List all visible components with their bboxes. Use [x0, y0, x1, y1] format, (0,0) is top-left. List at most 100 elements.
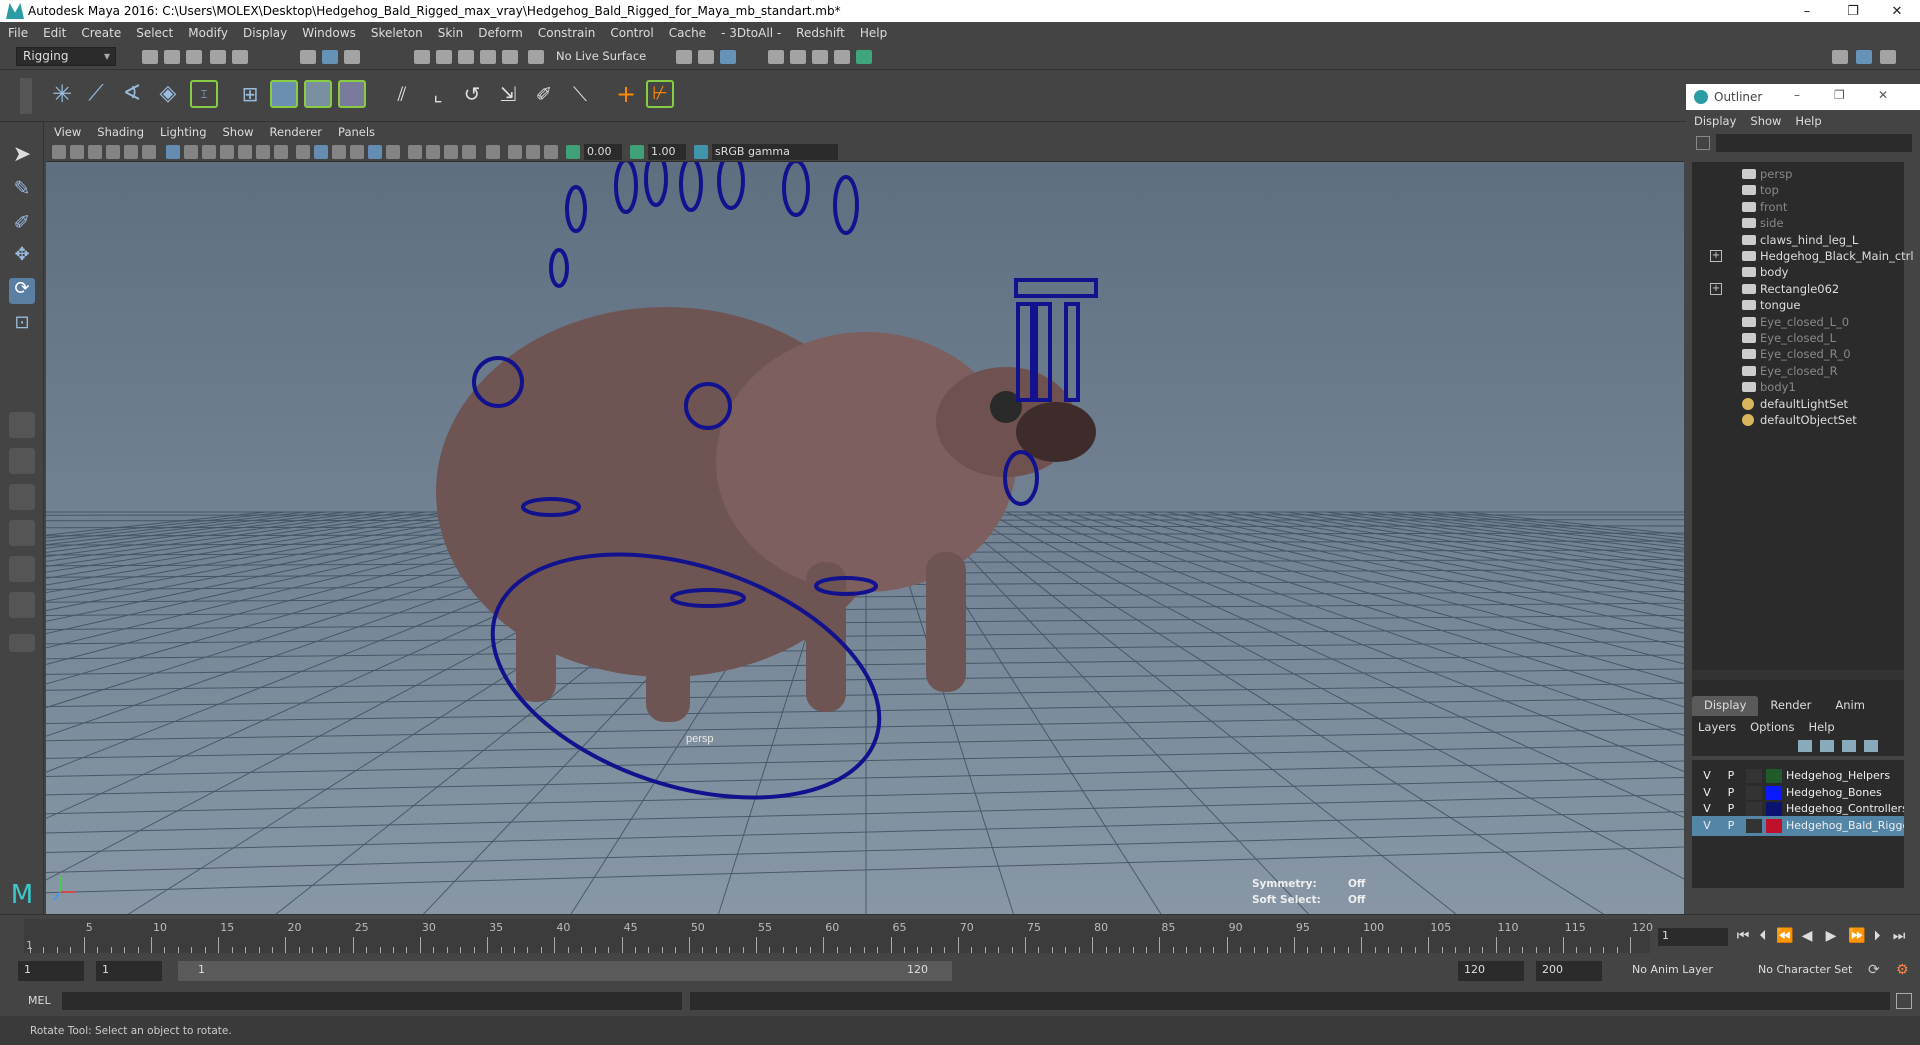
motion-blur-icon[interactable] — [444, 145, 458, 159]
smooth-bind-icon[interactable] — [304, 80, 332, 108]
layer-visibility-toggle[interactable]: V — [1698, 786, 1716, 800]
safe-title-icon[interactable] — [274, 145, 288, 159]
command-language-label[interactable]: MEL — [28, 994, 51, 1007]
expand-icon[interactable]: + — [1710, 282, 1722, 295]
move-layer-up-icon[interactable] — [1798, 740, 1812, 752]
anti-alias-icon[interactable] — [462, 145, 476, 159]
resolution-gate-icon[interactable] — [202, 145, 216, 159]
live-surface-icon[interactable] — [528, 50, 544, 64]
outliner-item[interactable]: defaultObjectSet — [1692, 410, 1904, 430]
joint-tool-icon[interactable]: ✳ — [48, 80, 76, 108]
layer-visibility-toggle[interactable]: V — [1698, 802, 1716, 816]
ik-handle-icon[interactable]: ⟋ — [82, 80, 110, 108]
perspective-viewport[interactable]: persp Symmetry: Off Soft Select: Off — [46, 162, 1684, 914]
xray-joints-icon[interactable] — [544, 145, 558, 159]
xray-active-icon[interactable] — [526, 145, 540, 159]
layer-color-swatch[interactable] — [1766, 818, 1782, 833]
layer-playback-toggle[interactable]: P — [1722, 802, 1740, 816]
new-scene-icon[interactable] — [142, 50, 158, 64]
grease-pencil-icon[interactable] — [142, 145, 156, 159]
command-input[interactable] — [62, 992, 682, 1010]
modeling-toolkit-icon[interactable] — [1832, 50, 1848, 64]
layer-playback-toggle[interactable]: P — [1722, 786, 1740, 800]
scale-tool-icon[interactable]: ⊡ — [9, 312, 35, 338]
smooth-shade-icon[interactable] — [314, 145, 328, 159]
move-layer-down-icon[interactable] — [1820, 740, 1834, 752]
viewport-menu-panels[interactable]: Panels — [338, 125, 375, 139]
layer-visibility-toggle[interactable]: V — [1698, 819, 1716, 833]
xray-icon[interactable] — [508, 145, 522, 159]
select-object-icon[interactable] — [322, 50, 338, 64]
close-button[interactable]: ✕ — [1874, 0, 1920, 22]
menu-skeleton[interactable]: Skeleton — [371, 26, 423, 40]
menu-windows[interactable]: Windows — [302, 26, 356, 40]
point-constraint-icon[interactable]: ⌞ — [424, 80, 452, 108]
ipr-render-icon[interactable] — [812, 50, 828, 64]
pole-vector-icon[interactable]: ⟍ — [566, 80, 594, 108]
lasso-tool-icon[interactable]: ✎ — [9, 176, 35, 202]
snap-grid-icon[interactable] — [414, 50, 430, 64]
menu-create[interactable]: Create — [81, 26, 121, 40]
bind-skin-icon[interactable] — [270, 80, 298, 108]
layer-playback-toggle[interactable]: P — [1722, 819, 1740, 833]
menu-cache[interactable]: Cache — [669, 26, 706, 40]
menu-skin[interactable]: Skin — [438, 26, 464, 40]
viewport-menu-shading[interactable]: Shading — [97, 125, 144, 139]
outliner-persp-layout-icon[interactable] — [9, 520, 35, 546]
use-lights-icon[interactable] — [386, 145, 400, 159]
filter-icon[interactable] — [1696, 136, 1710, 150]
step-forward-key-icon[interactable]: ⏩ — [1848, 929, 1865, 943]
bookmark-icon[interactable] — [88, 145, 102, 159]
layer-color-swatch[interactable] — [1766, 769, 1782, 783]
menu-redshift[interactable]: Redshift — [796, 26, 845, 40]
auto-key-icon[interactable]: ⟳ — [1868, 962, 1880, 978]
parent-constraint-icon[interactable]: ⫽ — [388, 80, 416, 108]
2d-pan-icon[interactable] — [124, 145, 138, 159]
outliner-minimize-button[interactable]: – — [1794, 88, 1800, 102]
viewport-menu-show[interactable]: Show — [223, 125, 254, 139]
shelf-tabs-toggle[interactable] — [20, 78, 32, 114]
step-forward-frame-icon[interactable]: ⏵ — [1870, 929, 1884, 943]
layer-display-type-toggle[interactable] — [1746, 818, 1762, 833]
playback-start-field[interactable]: 1 — [96, 961, 162, 981]
layer-display-type-toggle[interactable] — [1746, 802, 1762, 816]
input-output-icon[interactable] — [698, 50, 714, 64]
insert-joint-icon[interactable]: ◈ — [154, 80, 182, 108]
minimize-button[interactable]: – — [1784, 0, 1830, 22]
layer-color-swatch[interactable] — [1766, 802, 1782, 816]
move-tool-icon[interactable]: ✥ — [9, 244, 35, 270]
outliner-menu-display[interactable]: Display — [1694, 114, 1736, 128]
channel-box-icon[interactable] — [1880, 50, 1896, 64]
time-slider-track[interactable]: 1 5 10 15 20 25 30 35 40 45 50 55 60 65 70 75 80 85 90 95 1… — [24, 919, 1653, 953]
current-frame-field[interactable]: 1 — [1658, 928, 1728, 946]
menu-3dtoall[interactable]: - 3DtoAll - — [721, 26, 781, 40]
layer-color-swatch[interactable] — [1766, 785, 1782, 800]
snap-view-icon[interactable] — [480, 50, 496, 64]
orient-joint-icon[interactable]: ⊞ — [236, 80, 264, 108]
outliner-close-button[interactable]: ✕ — [1878, 88, 1888, 102]
shadows-icon[interactable] — [408, 145, 422, 159]
expand-icon[interactable]: + — [1710, 250, 1722, 262]
render-view-icon[interactable] — [768, 50, 784, 64]
menu-display[interactable]: Display — [243, 26, 287, 40]
menu-file[interactable]: File — [8, 26, 28, 40]
step-back-key-icon[interactable]: ⏪ — [1776, 929, 1793, 943]
attribute-editor-icon[interactable] — [1856, 50, 1872, 64]
animation-start-field[interactable]: 1 — [18, 961, 84, 981]
paint-weights-icon[interactable] — [338, 80, 366, 108]
layer-menu-options[interactable]: Options — [1750, 720, 1794, 734]
screen-space-ao-icon[interactable] — [426, 145, 440, 159]
viewport-menu-view[interactable]: View — [54, 125, 81, 139]
go-to-start-icon[interactable]: ⏮ — [1736, 929, 1750, 943]
layer-display-type-toggle[interactable] — [1746, 769, 1762, 783]
anim-layer-dropdown[interactable]: No Anim Layer — [1626, 961, 1738, 981]
render-settings-icon[interactable] — [834, 50, 850, 64]
menu-help[interactable]: Help — [860, 26, 887, 40]
layer-tab-anim[interactable]: Anim — [1823, 696, 1877, 716]
go-to-end-icon[interactable]: ⏭ — [1892, 929, 1906, 943]
layout-options-icon[interactable] — [9, 634, 35, 652]
wireframe-icon[interactable] — [296, 145, 310, 159]
wireframe-on-shaded-icon[interactable] — [350, 145, 364, 159]
camera-attributes-icon[interactable] — [70, 145, 84, 159]
open-scene-icon[interactable] — [164, 50, 180, 64]
